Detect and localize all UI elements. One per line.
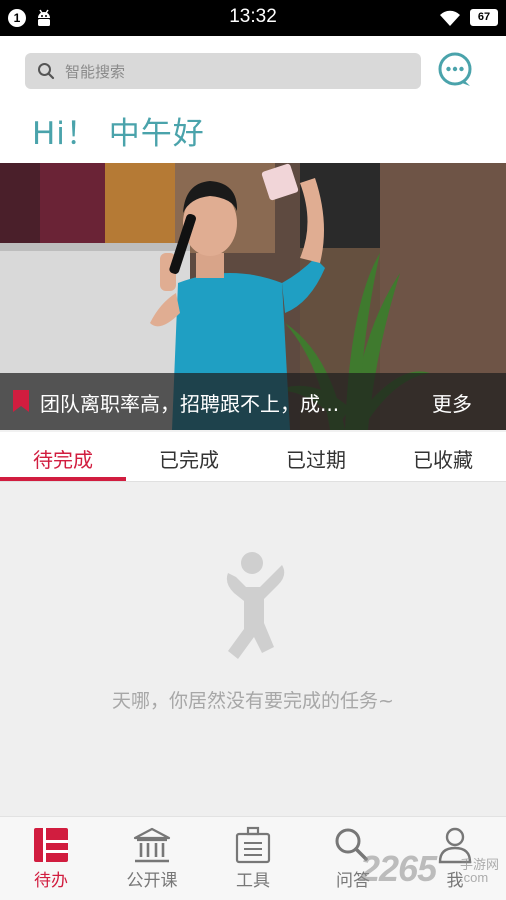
chat-bubble-icon[interactable] [436, 51, 474, 89]
toolbox-icon[interactable] [234, 826, 272, 864]
battery-indicator: 67 [470, 9, 498, 26]
banner-caption[interactable]: 团队离职率高，招聘跟不上，成... [40, 388, 339, 417]
search-input[interactable]: 智能搜索 [25, 53, 421, 89]
tab-active-indicator [0, 477, 126, 481]
status-time: 13:32 [229, 6, 277, 27]
task-tabs: 待完成 已完成 已过期 已收藏 [0, 430, 506, 482]
nav-label-open-course[interactable]: 公开课 [112, 866, 192, 891]
search-icon [38, 63, 55, 80]
nav-label-todo[interactable]: 待办 [11, 866, 91, 891]
cheering-person-icon [226, 552, 285, 659]
more-link[interactable]: 更多 [432, 388, 472, 417]
search-placeholder: 智能搜索 [65, 63, 126, 81]
watermark-line2: .com [460, 870, 489, 885]
empty-state-message: 天哪，你居然没有要完成的任务~ [112, 690, 394, 712]
tab-favorites[interactable]: 已收藏 [380, 444, 506, 473]
status-bar: 1 13:32 67 [0, 0, 506, 36]
tab-pending[interactable]: 待完成 [0, 444, 126, 473]
tab-expired[interactable]: 已过期 [253, 444, 379, 473]
wifi-icon [440, 10, 460, 26]
museum-icon[interactable] [133, 826, 171, 864]
watermark-brand: 2265 [360, 848, 437, 889]
tab-completed[interactable]: 已完成 [126, 444, 252, 473]
nav-label-tools[interactable]: 工具 [213, 866, 293, 891]
watermark-logo: 2265 手游网 .com [360, 848, 506, 889]
bookmark-icon [13, 390, 29, 412]
todo-icon[interactable] [32, 826, 70, 864]
greeting-title: Hi！ 中午好 [32, 116, 205, 152]
